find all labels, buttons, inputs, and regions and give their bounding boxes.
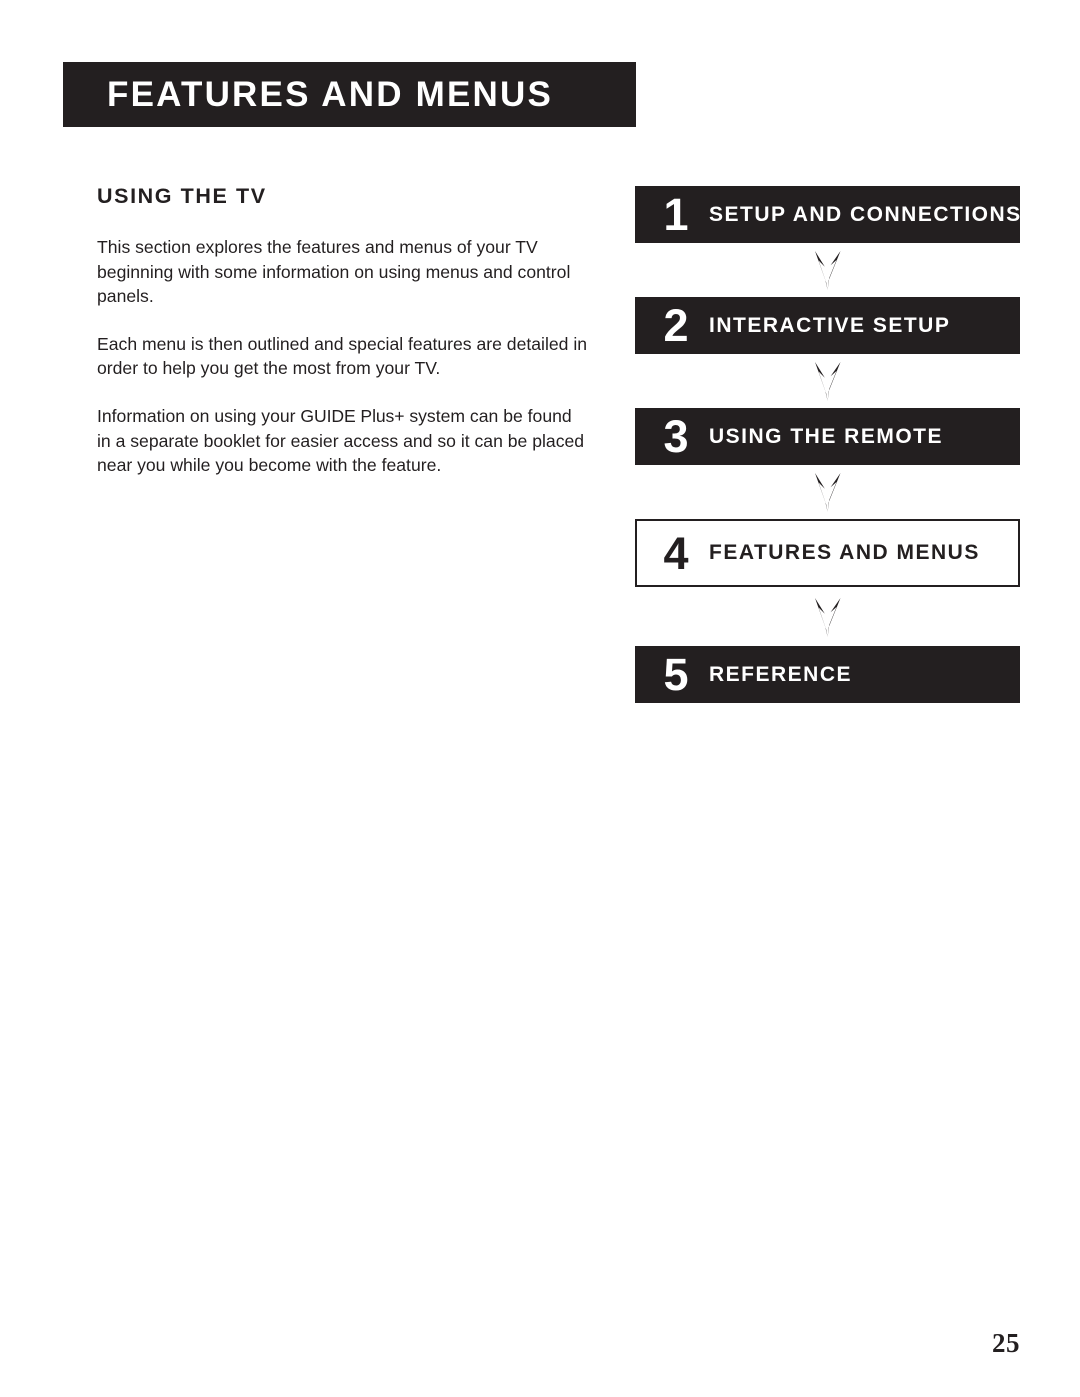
body-paragraph-3: Information on using your GUIDE Plus+ sy… xyxy=(97,404,587,478)
flow-step-number: 1 xyxy=(663,189,689,240)
down-arrow-icon xyxy=(814,362,840,401)
flow-step-label: REFERENCE xyxy=(709,662,853,686)
down-arrow-icon xyxy=(814,473,840,512)
down-arrow-icon xyxy=(814,251,840,290)
flow-step-1[interactable]: 1 SETUP AND CONNECTIONS xyxy=(635,186,1020,243)
flow-connector xyxy=(635,354,1020,408)
section-banner: FEATURES AND MENUS xyxy=(63,62,636,127)
section-flowchart: 1 SETUP AND CONNECTIONS 2 INTERACTIVE SETUP… xyxy=(635,186,1020,703)
paragraph-3-lead-text: Information on using your xyxy=(97,405,301,426)
flow-step-5[interactable]: 5 REFERENCE xyxy=(635,646,1020,703)
flow-step-label: FEATURES AND MENUS xyxy=(709,541,980,564)
body-paragraph-2: Each menu is then outlined and special f… xyxy=(97,333,588,379)
page-number: 25 xyxy=(992,1328,1020,1358)
flow-step-label: INTERACTIVE SETUP xyxy=(709,313,951,337)
page-title: USING THE TV xyxy=(97,184,267,208)
flow-connector xyxy=(635,465,1020,519)
manual-page: FEATURES AND MENUS USING THE TV This sec… xyxy=(0,0,1080,1397)
flow-step-number: 3 xyxy=(663,411,689,462)
body-paragraph-1: This section explores the features and m… xyxy=(97,237,571,307)
flow-step-4[interactable]: 4 FEATURES AND MENUS xyxy=(635,519,1020,587)
flow-step-label: USING THE REMOTE xyxy=(709,424,944,448)
guide-plus-brandmark: GUIDE Plus+ xyxy=(300,405,405,426)
flow-step-3[interactable]: 3 USING THE REMOTE xyxy=(635,408,1020,465)
flow-step-number: 4 xyxy=(663,527,689,579)
flow-step-number: 5 xyxy=(663,649,689,700)
flow-step-2[interactable]: 2 INTERACTIVE SETUP xyxy=(635,297,1020,354)
flow-step-number: 2 xyxy=(663,300,689,351)
left-text-column: USING THE TV This section explores the f… xyxy=(97,184,587,478)
flow-step-label: SETUP AND CONNECTIONS xyxy=(709,202,1022,226)
flow-connector xyxy=(635,587,1020,646)
flow-connector xyxy=(635,243,1020,297)
section-banner-title: FEATURES AND MENUS xyxy=(107,74,553,114)
down-arrow-icon xyxy=(814,597,840,637)
